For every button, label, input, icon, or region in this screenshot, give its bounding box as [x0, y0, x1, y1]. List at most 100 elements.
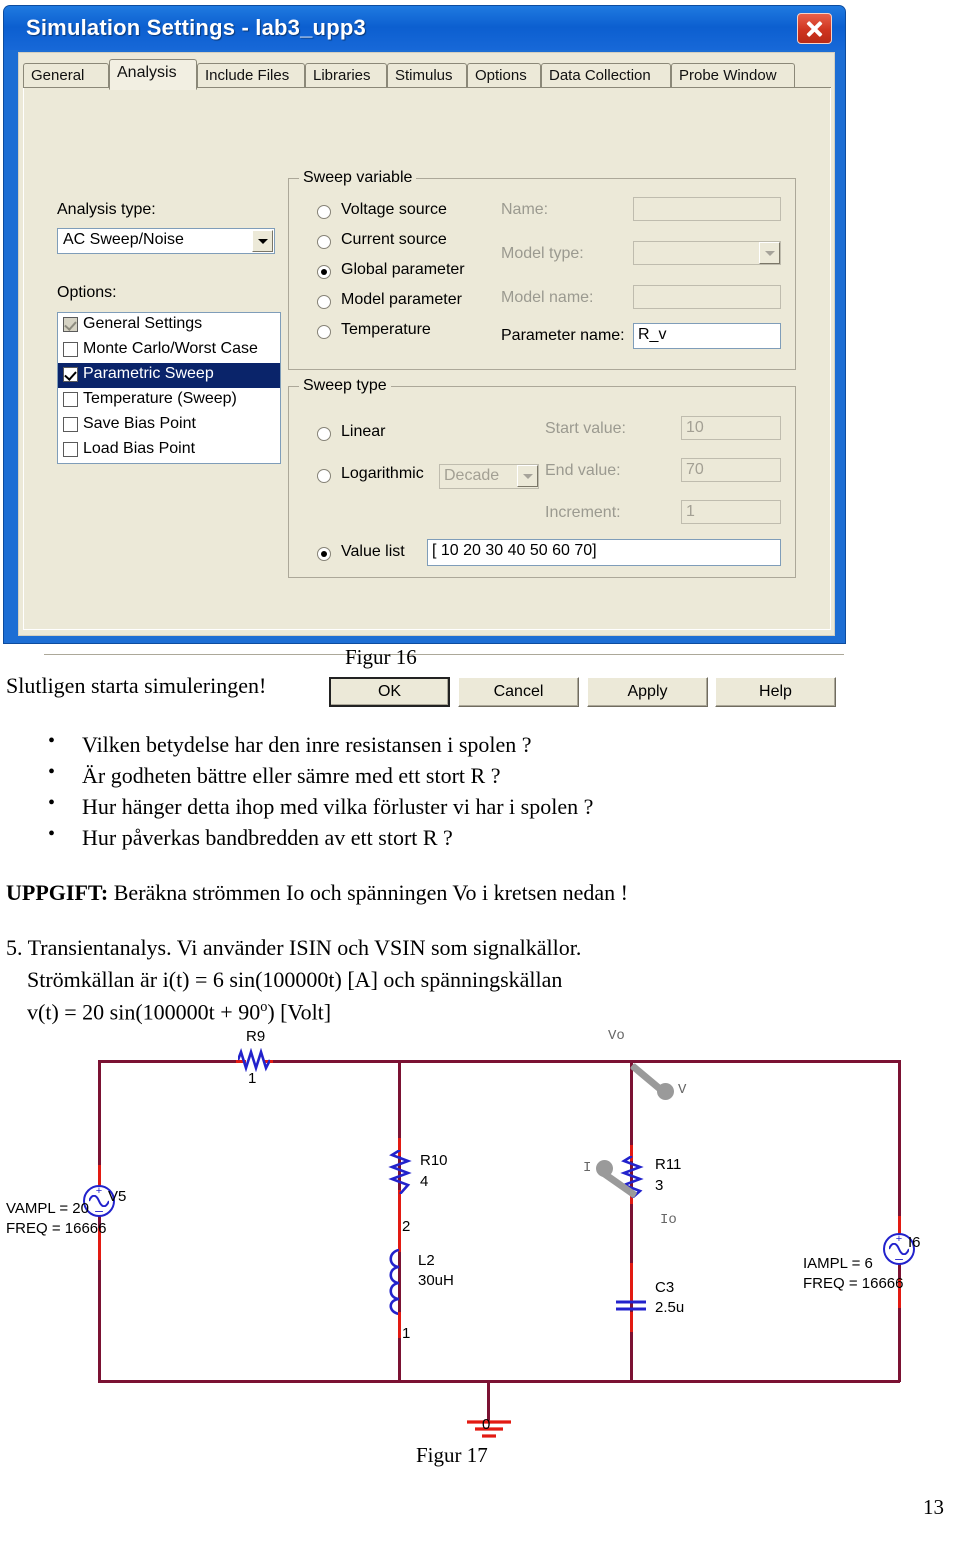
radio-voltage-source[interactable]: [317, 205, 331, 219]
chevron-down-icon[interactable]: [759, 242, 780, 264]
analysis-type-select[interactable]: AC Sweep/Noise: [57, 228, 275, 254]
tab-data-collection[interactable]: Data Collection: [541, 63, 671, 88]
option-label: Temperature (Sweep): [83, 390, 237, 407]
parameter-name-label: Parameter name:: [501, 327, 625, 344]
simulation-settings-dialog: Simulation Settings - lab3_upp3 General …: [4, 6, 845, 707]
net-label-vo: Vo: [608, 1028, 625, 1044]
sweep-type-group: Sweep type Linear Logarithmic Value list…: [288, 377, 796, 578]
task-bold: UPPGIFT:: [6, 880, 109, 905]
tab-bar: General Analysis Include Files Libraries…: [23, 59, 831, 90]
resistor-r9-icon: [238, 1048, 270, 1072]
radio-temperature-label: Temperature: [341, 321, 431, 338]
start-value-label: Start value:: [545, 420, 626, 437]
checkbox-icon[interactable]: [63, 367, 78, 382]
section5-line1: 5. Transientanalys. Vi använder ISIN och…: [6, 935, 582, 960]
current-probe-dot[interactable]: [596, 1160, 613, 1177]
tab-options[interactable]: Options: [467, 63, 541, 88]
radio-global-parameter-label: Global parameter: [341, 261, 465, 278]
i6-iampl: IAMPL = 6: [803, 1255, 873, 1272]
sweep-variable-group: Sweep variable Voltage source Current so…: [288, 169, 796, 370]
option-parametric-sweep[interactable]: Parametric Sweep: [58, 363, 280, 388]
analysis-type-label: Analysis type:: [57, 201, 156, 218]
start-value-field[interactable]: 10: [681, 416, 781, 440]
radio-logarithmic[interactable]: [317, 469, 331, 483]
sine-wave-icon: [89, 1195, 109, 1207]
figure16-caption: Figur 16: [345, 645, 417, 669]
increment-field[interactable]: 1: [681, 500, 781, 524]
bullet-text-1: Vilken betydelse har den inre resistanse…: [82, 732, 532, 757]
model-type-label: Model type:: [501, 245, 584, 262]
cancel-button[interactable]: Cancel: [458, 677, 579, 707]
option-save-bias-point[interactable]: Save Bias Point: [58, 413, 280, 438]
pin-r10-bottom: [398, 1190, 401, 1246]
figure17-caption: Figur 17: [416, 1443, 488, 1467]
parameter-name-field[interactable]: R_v: [633, 323, 781, 349]
options-list[interactable]: General Settings Monte Carlo/Worst Case …: [57, 312, 281, 464]
wire-bottom: [98, 1380, 900, 1383]
task-rest: Beräkna strömmen Io och spänningen Vo i …: [108, 880, 628, 905]
bullet-text-3: Hur hänger detta ihop med vilka förluste…: [82, 794, 594, 819]
checkbox-icon[interactable]: [63, 417, 78, 432]
help-button[interactable]: Help: [715, 677, 836, 707]
chevron-down-icon[interactable]: [252, 230, 273, 252]
voltage-probe-dot[interactable]: [657, 1083, 674, 1100]
wire-top-left: [98, 1060, 243, 1063]
c3-name: C3: [655, 1279, 675, 1296]
ok-button[interactable]: OK: [329, 677, 450, 707]
checkbox-icon[interactable]: [63, 342, 78, 357]
radio-logarithmic-label: Logarithmic: [341, 465, 424, 482]
bullet-icon: •: [48, 792, 56, 814]
tab-general[interactable]: General: [23, 63, 109, 88]
dialog-title: Simulation Settings - lab3_upp3: [26, 15, 366, 40]
apply-button[interactable]: Apply: [587, 677, 708, 707]
page-number: 13: [923, 1495, 944, 1519]
option-general-settings[interactable]: General Settings: [58, 313, 280, 338]
tab-probe-window[interactable]: Probe Window: [671, 63, 795, 88]
tab-include-files[interactable]: Include Files: [197, 63, 305, 88]
radio-value-list[interactable]: [317, 547, 331, 561]
option-monte-carlo-worst-case[interactable]: Monte Carlo/Worst Case: [58, 338, 280, 363]
bullet-icon: •: [48, 823, 56, 845]
checkbox-icon[interactable]: [63, 442, 78, 457]
close-icon[interactable]: [797, 13, 832, 44]
current-probe-label: I: [583, 1160, 592, 1176]
options-label: Options:: [57, 284, 117, 301]
sweep-variable-title: Sweep variable: [299, 169, 417, 187]
value-list-field[interactable]: [ 10 20 30 40 50 60 70]: [427, 539, 781, 566]
model-name-field[interactable]: [633, 285, 781, 309]
radio-current-source[interactable]: [317, 235, 331, 249]
radio-model-parameter[interactable]: [317, 295, 331, 309]
option-label: Monte Carlo/Worst Case: [83, 340, 258, 357]
chevron-down-icon[interactable]: [517, 465, 538, 487]
radio-temperature[interactable]: [317, 325, 331, 339]
option-temperature-sweep[interactable]: Temperature (Sweep): [58, 388, 280, 413]
inductor-l2-icon: [389, 1248, 400, 1316]
r11-name: R11: [655, 1156, 682, 1173]
tab-stimulus[interactable]: Stimulus: [387, 63, 467, 88]
option-load-bias-point[interactable]: Load Bias Point: [58, 438, 280, 463]
dialog-titlebar[interactable]: Simulation Settings - lab3_upp3: [4, 6, 845, 50]
name-label: Name:: [501, 201, 549, 218]
l2-value: 30uH: [418, 1272, 454, 1289]
c3-value: 2.5u: [655, 1299, 685, 1316]
radio-global-parameter[interactable]: [317, 265, 331, 279]
option-label: Parametric Sweep: [83, 365, 214, 382]
name-field[interactable]: [633, 197, 781, 221]
resistor-r10-icon: [388, 1150, 412, 1194]
net-label-io: Io: [660, 1212, 677, 1228]
tab-libraries[interactable]: Libraries: [305, 63, 387, 88]
pin-l2-bottom: [398, 1312, 401, 1338]
r11-value: 3: [655, 1177, 664, 1194]
radio-linear[interactable]: [317, 427, 331, 441]
end-value-field[interactable]: 70: [681, 458, 781, 482]
increment-label: Increment:: [545, 504, 621, 521]
v5-vampl: VAMPL = 20: [6, 1200, 89, 1217]
bullet-text-4: Hur påverkas bandbredden av ett stort R …: [82, 825, 453, 850]
dialog-body: General Analysis Include Files Libraries…: [18, 52, 844, 707]
model-name-label: Model name:: [501, 289, 594, 306]
tab-analysis[interactable]: Analysis: [109, 59, 197, 90]
checkbox-icon[interactable]: [63, 392, 78, 407]
checkbox-icon[interactable]: [63, 317, 78, 332]
sine-wave-icon: [889, 1243, 909, 1255]
radio-value-list-label: Value list: [341, 543, 405, 560]
